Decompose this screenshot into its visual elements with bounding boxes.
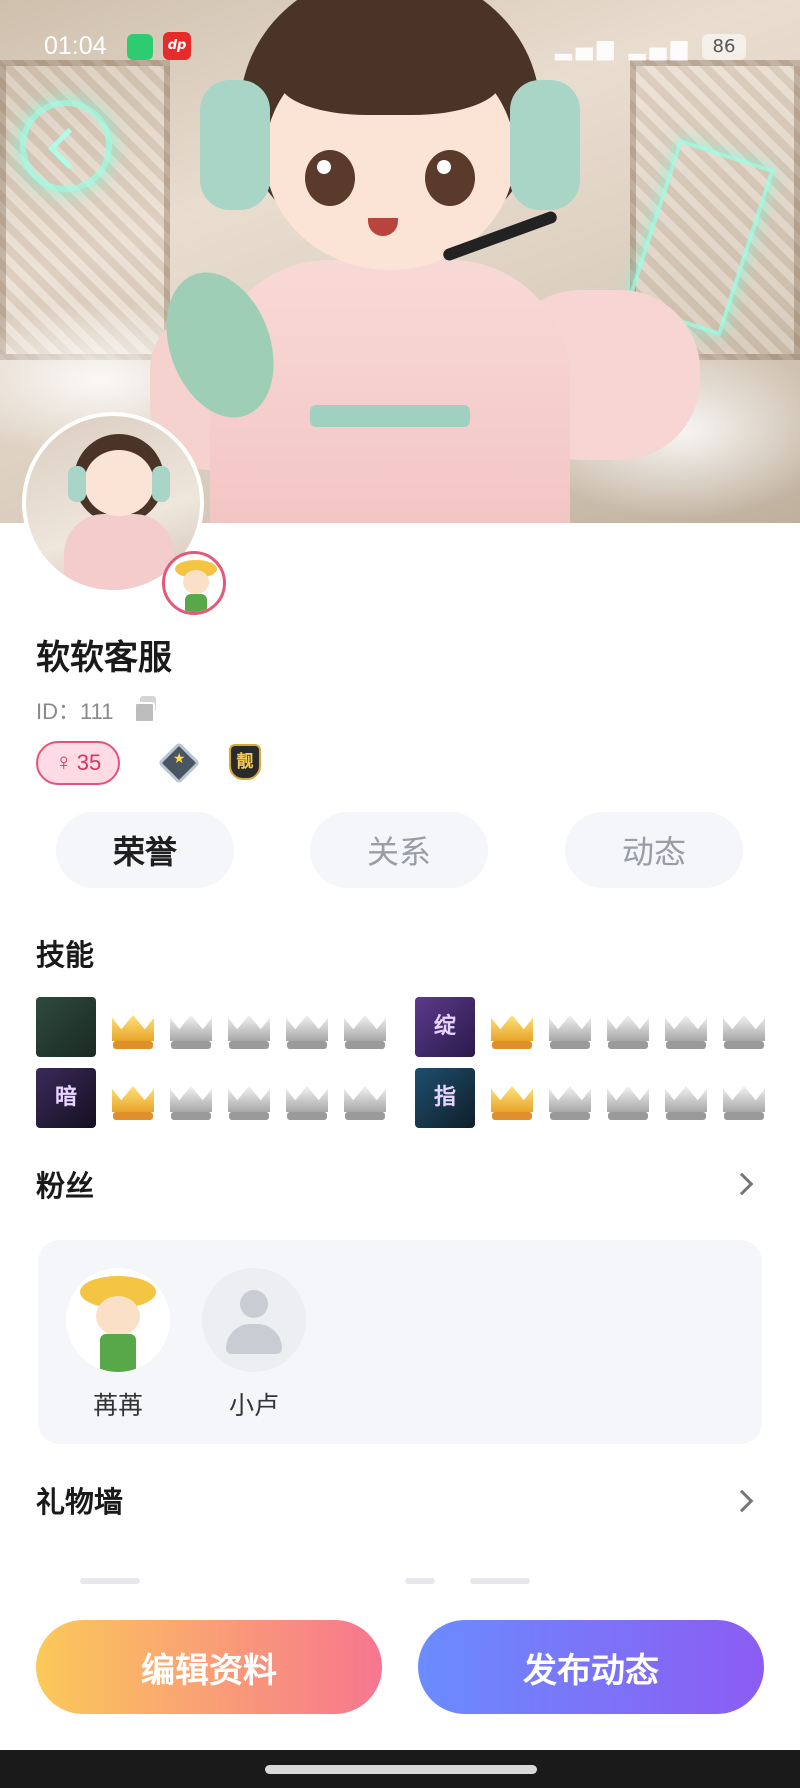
dp-app-icon: dp	[163, 32, 191, 60]
gold-crown-icon	[108, 1074, 158, 1122]
fans-title: 粉丝	[36, 1169, 95, 1203]
liang-medal-icon[interactable]: 靓	[229, 744, 261, 780]
signal-icon: ▂▄▆ ▂▄▆	[555, 36, 692, 61]
silver-crown-icon	[603, 1003, 653, 1051]
silver-crown-icon	[282, 1074, 332, 1122]
female-icon: ♀	[54, 749, 73, 776]
silver-crown-icon	[166, 1074, 216, 1122]
skill-row: 暗 指	[36, 1068, 776, 1128]
gold-crown-icon	[487, 1003, 537, 1051]
tab-relations[interactable]: 关系	[310, 812, 488, 888]
sword-icon[interactable]	[36, 997, 96, 1057]
fan-item[interactable]: 小卢	[202, 1268, 306, 1422]
post-moment-button[interactable]: 发布动态	[418, 1620, 764, 1714]
level-value: 35	[76, 750, 102, 775]
level-badge: ♀ 35	[36, 741, 120, 785]
message-app-icon	[127, 34, 153, 60]
silver-crown-icon	[340, 1003, 390, 1051]
copy-icon[interactable]	[134, 696, 158, 723]
silver-crown-icon	[166, 1003, 216, 1051]
gift-wall-title: 礼物墙	[36, 1485, 124, 1519]
blue-emblem-icon[interactable]: 指	[415, 1068, 475, 1128]
fan-name: 苒苒	[92, 1391, 143, 1420]
lotus-icon[interactable]: 绽	[415, 997, 475, 1057]
silver-crown-icon	[719, 1003, 769, 1051]
silver-crown-icon	[340, 1074, 390, 1122]
silver-crown-icon	[603, 1074, 653, 1122]
status-bar: 01:04 dp ▂▄▆ ▂▄▆ 86	[0, 0, 800, 96]
gold-crown-icon	[487, 1074, 537, 1122]
home-indicator[interactable]	[265, 1765, 537, 1774]
profile-id: ID：111	[36, 699, 114, 724]
back-button[interactable]	[20, 100, 112, 192]
silver-crown-icon	[661, 1003, 711, 1051]
fan-name: 小卢	[228, 1391, 279, 1420]
status-time: 01:04	[44, 32, 107, 60]
silver-crown-icon	[545, 1074, 595, 1122]
fan-item[interactable]: 苒苒	[66, 1268, 170, 1422]
silver-crown-icon	[282, 1003, 332, 1051]
tab-moments[interactable]: 动态	[565, 812, 743, 888]
silver-crown-icon	[719, 1074, 769, 1122]
edit-profile-button[interactable]: 编辑资料	[36, 1620, 382, 1714]
companion-avatar[interactable]	[162, 551, 226, 615]
silver-crown-icon	[661, 1074, 711, 1122]
battery-icon: 86	[702, 34, 746, 60]
gift-wall-preview	[60, 1578, 560, 1592]
silver-crown-icon	[224, 1074, 274, 1122]
fans-card: 苒苒 小卢	[38, 1240, 762, 1444]
fan-avatar	[202, 1268, 306, 1372]
purple-emblem-icon[interactable]: 暗	[36, 1068, 96, 1128]
silver-crown-icon	[224, 1003, 274, 1051]
skill-row: 绽	[36, 997, 776, 1057]
person-placeholder-icon	[202, 1268, 306, 1372]
profile-sheet	[0, 523, 800, 1788]
tab-honor[interactable]: 荣誉	[56, 812, 234, 888]
skills-title: 技能	[36, 938, 95, 972]
fan-avatar	[66, 1268, 170, 1372]
profile-name: 软软客服	[36, 638, 172, 678]
gold-crown-icon	[108, 1003, 158, 1051]
silver-crown-icon	[545, 1003, 595, 1051]
